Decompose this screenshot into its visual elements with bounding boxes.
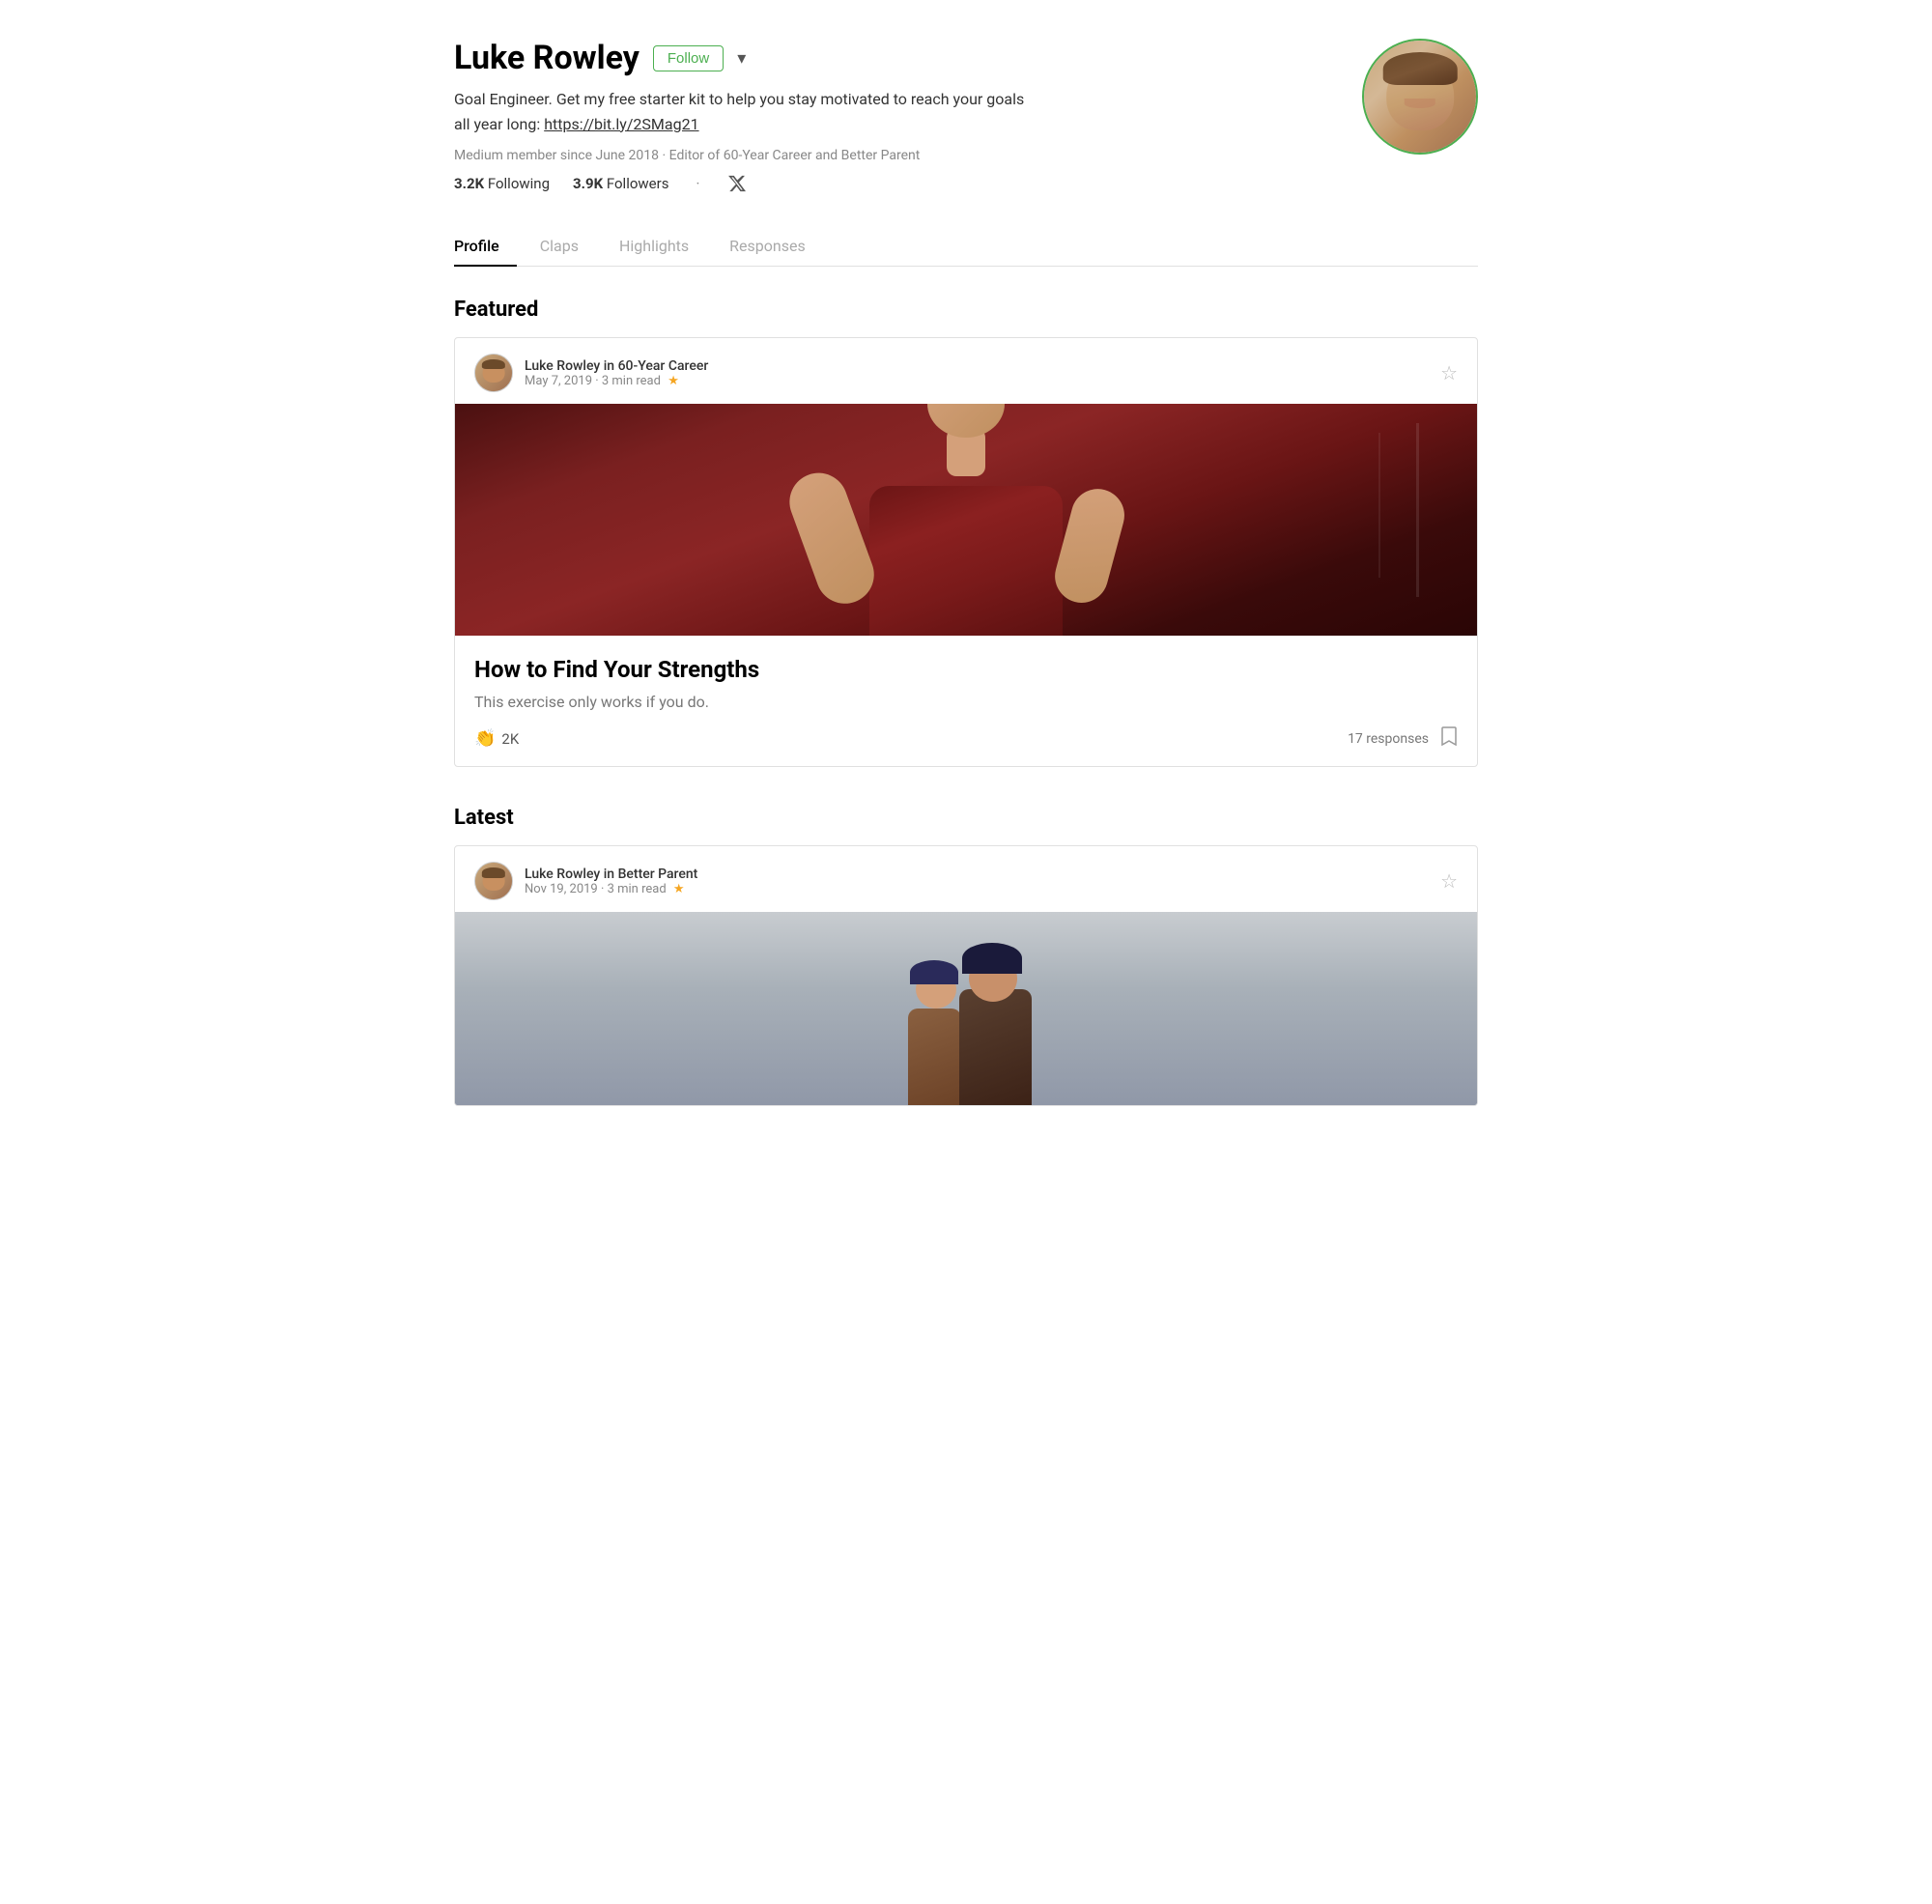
- featured-card-avatar: [474, 354, 513, 392]
- separator: ·: [696, 175, 699, 192]
- featured-card-date: May 7, 2019 · 3 min read ★: [525, 374, 708, 388]
- twitter-icon[interactable]: [726, 173, 748, 194]
- latest-card-star-meta: ★: [673, 882, 685, 896]
- bio-link[interactable]: https://bit.ly/2SMag21: [544, 115, 698, 133]
- featured-card-footer: 👏 2K 17 responses: [474, 726, 1458, 751]
- tab-highlights[interactable]: Highlights: [619, 225, 706, 267]
- bio-text: Goal Engineer. Get my free starter kit t…: [454, 90, 1024, 133]
- clap-icon[interactable]: 👏: [474, 728, 496, 749]
- featured-card-star-meta: ★: [668, 374, 679, 388]
- profile-meta: Medium member since June 2018 · Editor o…: [454, 148, 1362, 163]
- tab-claps[interactable]: Claps: [540, 225, 596, 267]
- profile-bio: Goal Engineer. Get my free starter kit t…: [454, 87, 1034, 136]
- latest-card-meta: Luke Rowley in Better Parent Nov 19, 201…: [455, 846, 1477, 912]
- latest-article-card[interactable]: Luke Rowley in Better Parent Nov 19, 201…: [454, 845, 1478, 1106]
- latest-section: Latest Luke Rowley in Better Parent: [454, 806, 1478, 1106]
- follow-button[interactable]: Follow: [653, 45, 724, 71]
- latest-card-author-name: Luke Rowley in Better Parent: [525, 867, 697, 882]
- featured-card-subtitle: This exercise only works if you do.: [474, 693, 1458, 711]
- featured-title: Featured: [454, 298, 1478, 322]
- page-wrapper: Luke Rowley Follow ▾ Goal Engineer. Get …: [435, 0, 1497, 1203]
- featured-card-right-actions: 17 responses: [1348, 726, 1458, 751]
- latest-card-bookmark-star[interactable]: ☆: [1440, 869, 1458, 893]
- following-stat[interactable]: 3.2K Following: [454, 175, 550, 192]
- latest-title: Latest: [454, 806, 1478, 830]
- latest-card-avatar: [474, 862, 513, 900]
- latest-card-author-row: Luke Rowley in Better Parent Nov 19, 201…: [474, 862, 697, 900]
- profile-stats: 3.2K Following 3.9K Followers ·: [454, 173, 1362, 194]
- profile-header: Luke Rowley Follow ▾ Goal Engineer. Get …: [454, 39, 1478, 194]
- featured-card-body: How to Find Your Strengths This exercise…: [455, 636, 1477, 766]
- bookmark-icon[interactable]: [1440, 726, 1458, 751]
- featured-responses-count[interactable]: 17 responses: [1348, 731, 1429, 747]
- profile-name-row: Luke Rowley Follow ▾: [454, 39, 1362, 77]
- latest-card-author-info: Luke Rowley in Better Parent Nov 19, 201…: [525, 867, 697, 896]
- latest-card-image: [455, 912, 1477, 1105]
- latest-card-date: Nov 19, 2019 · 3 min read ★: [525, 882, 697, 896]
- tab-profile[interactable]: Profile: [454, 225, 517, 267]
- featured-card-author-row: Luke Rowley in 60-Year Career May 7, 201…: [474, 354, 708, 392]
- featured-section: Featured Luke Rowley in 60-Year Care: [454, 298, 1478, 767]
- featured-card-meta: Luke Rowley in 60-Year Career May 7, 201…: [455, 338, 1477, 404]
- tab-responses[interactable]: Responses: [729, 225, 823, 267]
- profile-avatar: [1362, 39, 1478, 155]
- chevron-down-icon[interactable]: ▾: [737, 48, 746, 69]
- followers-stat[interactable]: 3.9K Followers: [573, 175, 668, 192]
- featured-card-title[interactable]: How to Find Your Strengths: [474, 655, 1458, 685]
- featured-card-image: [455, 404, 1477, 636]
- profile-tabs: Profile Claps Highlights Responses: [454, 225, 1478, 267]
- featured-clap-count: 2K: [501, 730, 519, 748]
- featured-card-author-info: Luke Rowley in 60-Year Career May 7, 201…: [525, 358, 708, 388]
- featured-card-bookmark-star[interactable]: ☆: [1440, 361, 1458, 384]
- featured-card-clap-row: 👏 2K: [474, 728, 519, 749]
- featured-card-author-name: Luke Rowley in 60-Year Career: [525, 358, 708, 374]
- profile-info: Luke Rowley Follow ▾ Goal Engineer. Get …: [454, 39, 1362, 194]
- profile-name: Luke Rowley: [454, 39, 639, 77]
- featured-article-card[interactable]: Luke Rowley in 60-Year Career May 7, 201…: [454, 337, 1478, 767]
